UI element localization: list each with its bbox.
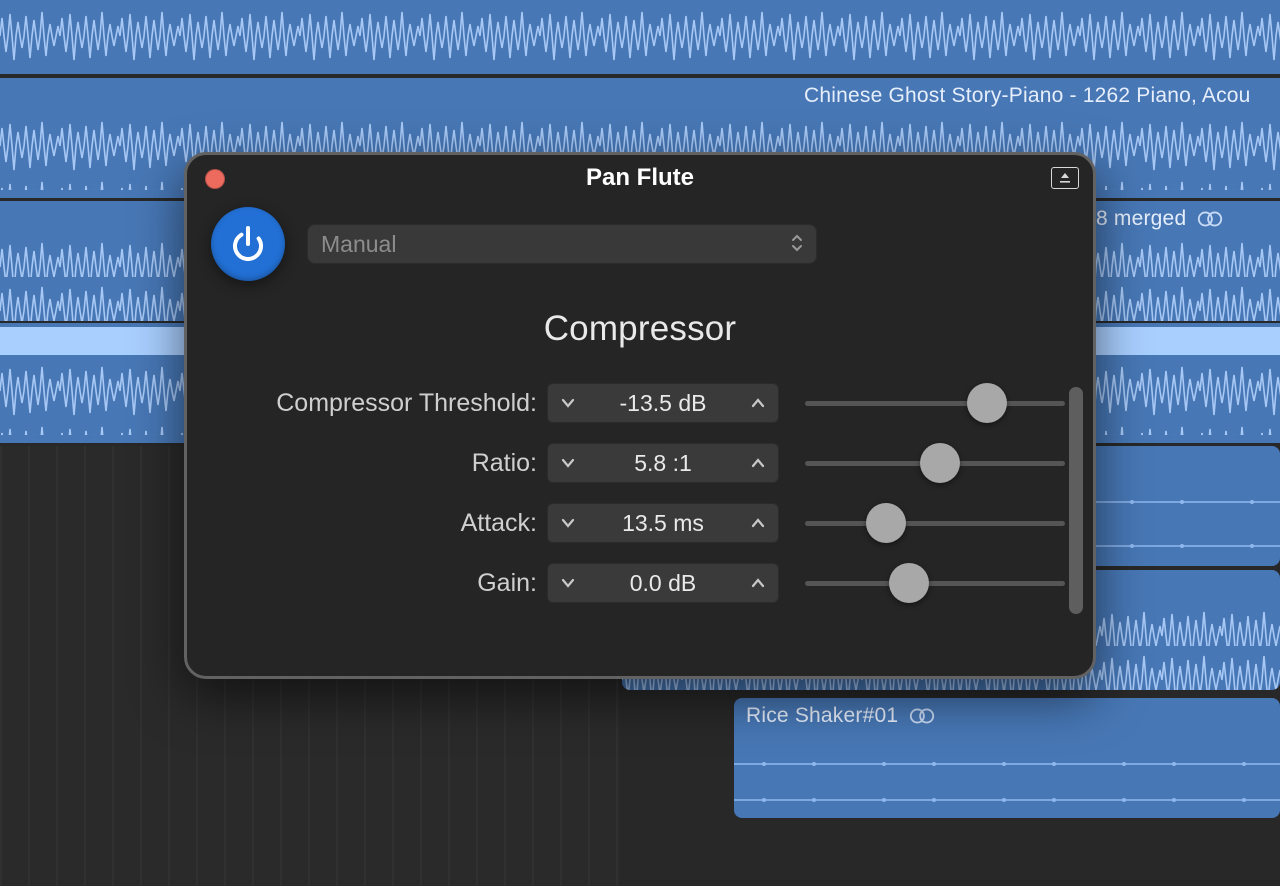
param-slider[interactable] (805, 521, 1065, 526)
stereo-icon (908, 707, 936, 725)
preset-select[interactable]: Manual (307, 224, 817, 264)
track-region-1[interactable] (0, 0, 1280, 74)
track-region-7[interactable]: Rice Shaker#01 (734, 698, 1280, 818)
stepper-increment[interactable] (737, 503, 779, 543)
track-label-2: Chinese Ghost Story-Piano - 1262 Piano, … (804, 84, 1251, 108)
param-label: Attack: (187, 509, 547, 538)
stepper-increment[interactable] (737, 383, 779, 423)
param-slider[interactable] (805, 581, 1065, 586)
stepper-decrement[interactable] (547, 383, 589, 423)
stepper-decrement[interactable] (547, 443, 589, 483)
chevron-up-down-icon (791, 231, 803, 258)
collapse-button[interactable] (1051, 167, 1079, 189)
param-stepper[interactable]: 5.8 :1 (547, 443, 779, 483)
param-value[interactable]: 5.8 :1 (589, 443, 737, 483)
param-value[interactable]: 0.0 dB (589, 563, 737, 603)
scrollbar-thumb[interactable] (1069, 387, 1083, 614)
slider-thumb[interactable] (866, 503, 906, 543)
preset-value: Manual (321, 231, 396, 258)
param-value[interactable]: -13.5 dB (589, 383, 737, 423)
param-row-0: Compressor Threshold: -13.5 dB (187, 373, 1093, 433)
param-stepper[interactable]: 0.0 dB (547, 563, 779, 603)
param-row-2: Attack: 13.5 ms (187, 493, 1093, 553)
plugin-titlebar[interactable]: Pan Flute (187, 155, 1093, 195)
param-label: Compressor Threshold: (187, 389, 547, 418)
stepper-decrement[interactable] (547, 563, 589, 603)
plugin-window: Pan Flute Manual Compressor Compressor T… (184, 152, 1096, 679)
param-stepper[interactable]: -13.5 dB (547, 383, 779, 423)
slider-thumb[interactable] (920, 443, 960, 483)
param-value[interactable]: 13.5 ms (589, 503, 737, 543)
param-label: Ratio: (187, 449, 547, 478)
slider-thumb[interactable] (889, 563, 929, 603)
param-slider[interactable] (805, 401, 1065, 406)
stereo-icon (1196, 210, 1224, 228)
param-label: Gain: (187, 569, 547, 598)
plugin-body: Compressor Compressor Threshold: -13.5 dB… (187, 281, 1093, 676)
track-label-7: Rice Shaker#01 (746, 704, 936, 728)
param-stepper[interactable]: 13.5 ms (547, 503, 779, 543)
param-row-3: Gain: 0.0 dB (187, 553, 1093, 613)
param-slider[interactable] (805, 461, 1065, 466)
plugin-section-title: Compressor (187, 309, 1093, 349)
stepper-decrement[interactable] (547, 503, 589, 543)
stepper-increment[interactable] (737, 443, 779, 483)
track-label-3: 8 merged (1096, 207, 1224, 231)
stepper-increment[interactable] (737, 563, 779, 603)
scrollbar[interactable] (1069, 387, 1083, 664)
plugin-toolbar: Manual (187, 195, 1093, 281)
power-button[interactable] (211, 207, 285, 281)
param-row-1: Ratio: 5.8 :1 (187, 433, 1093, 493)
slider-thumb[interactable] (967, 383, 1007, 423)
close-button[interactable] (205, 169, 225, 189)
plugin-track-name: Pan Flute (586, 164, 694, 192)
